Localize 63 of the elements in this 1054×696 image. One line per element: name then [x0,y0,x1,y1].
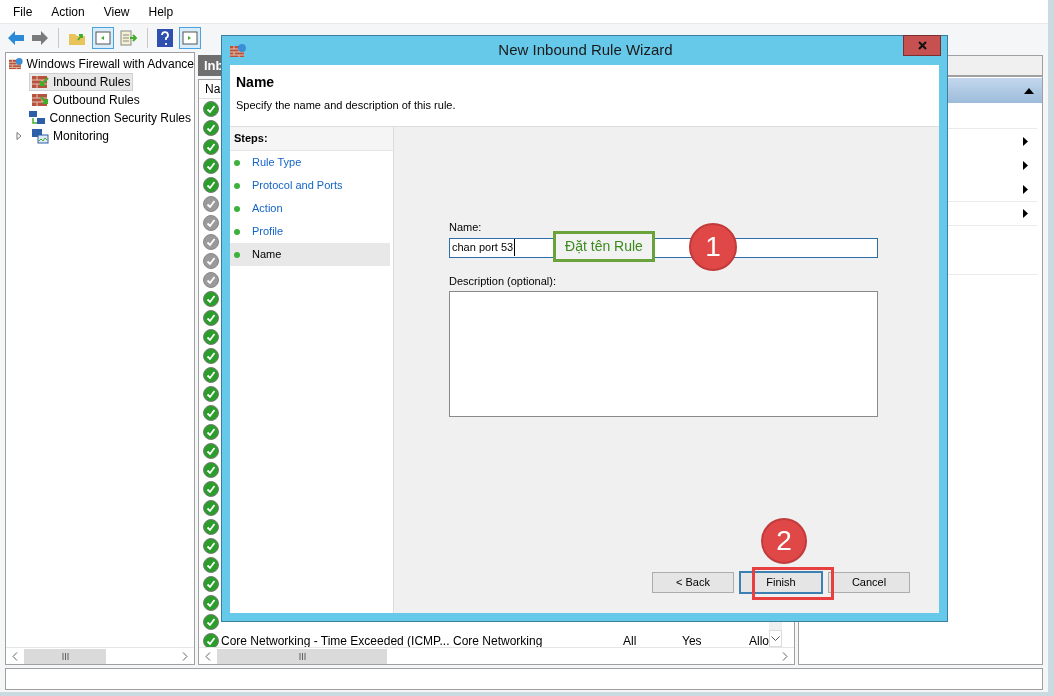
description-label: Description (optional): [449,273,557,289]
collapse-icon[interactable] [1024,87,1034,94]
bullet-icon [234,251,240,258]
firewall-globe-icon [230,43,246,58]
page-description: Specify the name and description of this rule. [236,98,457,113]
tree-item[interactable]: Inbound Rules [29,73,134,91]
firewall-icon [32,75,49,89]
computers-icon [28,110,46,126]
scroll-down-icon [770,636,780,641]
show-hide-action-pane-icon[interactable] [179,27,201,49]
description-input[interactable] [449,291,878,417]
scroll-thumb[interactable] [217,648,387,664]
table-cell-text: All [623,632,638,650]
step-item[interactable]: Profile [230,220,390,243]
submenu-arrow-icon[interactable] [1023,209,1028,218]
bullet-icon [234,182,240,189]
step-item[interactable]: Rule Type [230,151,390,174]
step-item[interactable]: Action [230,197,390,220]
close-button[interactable] [903,35,941,56]
horizontal-scrollbar[interactable] [199,647,794,664]
help-icon[interactable] [157,29,173,47]
page-heading: Name [236,73,276,91]
bullet-icon [234,159,240,166]
tree-item[interactable]: Outbound Rules [29,91,143,109]
grip-icon [298,652,306,660]
table-cell-text: Yes [682,632,703,650]
tree-item[interactable]: Monitoring [29,127,113,145]
scroll-thumb[interactable] [24,648,106,664]
tree-item[interactable]: Connection Security Rules [25,109,194,127]
table-cell-text: Allo [749,632,769,650]
export-list-icon[interactable] [120,30,138,46]
back-arrow-icon[interactable] [7,30,25,46]
expander-icon[interactable] [15,132,23,140]
grip-icon [61,652,69,660]
forward-arrow-icon[interactable] [31,30,49,46]
table-cell-text: Core Networking [453,632,544,650]
step-item[interactable]: Protocol and Ports [230,174,390,197]
submenu-arrow-icon[interactable] [1023,136,1028,146]
horizontal-scrollbar[interactable] [6,647,194,664]
submenu-arrow-icon[interactable] [1023,160,1028,170]
firewall-icon [32,93,49,107]
close-icon [917,41,927,50]
dialog-title: New Inbound Rule Wizard [498,40,673,61]
dialog-button[interactable]: Cancel [828,572,910,593]
step-item[interactable]: Name [230,243,390,266]
dialog-button[interactable]: Finish [740,572,822,593]
monitor-icon [32,128,49,144]
dialog-button[interactable]: < Back [652,572,734,593]
submenu-arrow-icon[interactable] [1023,184,1028,194]
menu-item[interactable]: File [13,2,33,21]
bullet-icon [234,205,240,212]
scroll-down-button[interactable] [769,630,782,647]
callout-label: Đặt tên Rule [553,231,655,262]
menu-item[interactable]: Help [148,2,174,21]
menu-item[interactable]: Action [51,2,85,21]
firewall-globe-icon [9,57,23,71]
table-cell-text: Core Networking - Time Exceeded (ICMP... [220,632,451,650]
menu-item[interactable]: View [103,2,130,21]
tree-root-label[interactable]: Windows Firewall with Advance [26,55,194,73]
show-hide-tree-icon[interactable] [92,27,114,49]
bullet-icon [234,228,240,235]
name-label: Name: [449,220,483,235]
steps-label: Steps: [230,127,393,151]
